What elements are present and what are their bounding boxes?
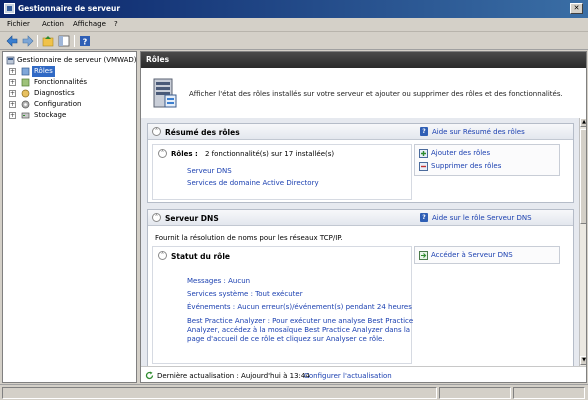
server-icon [6, 56, 15, 65]
menu-fichier[interactable]: Fichier [7, 20, 30, 28]
last-update-text: Dernière actualisation : Aujourd'hui à 1… [157, 372, 310, 380]
section-header: ⌃ Serveur DNS ? Aide sur le rôle Serveur… [148, 210, 573, 226]
section-title: Résumé des rôles [165, 128, 240, 137]
role-link-adds[interactable]: Services de domaine Active Directory [187, 179, 319, 187]
dns-server-section: ⌃ Serveur DNS ? Aide sur le rôle Serveur… [147, 209, 574, 366]
role-status-subbox: ⌃ Statut du rôle Messages : Aucun Servic… [152, 246, 413, 364]
roles-actions-box: Ajouter des rôles Supprimer des rôles [414, 144, 560, 176]
status-cell [439, 387, 511, 399]
main-pane: Rôles Afficher l'état des rôles installé… [140, 51, 587, 383]
events-link[interactable]: Événements : Aucun erreur(s)/événement(s… [187, 303, 412, 311]
menu-action[interactable]: Action [42, 20, 64, 28]
add-roles-link[interactable]: Ajouter des rôles [431, 149, 490, 157]
collapse-icon[interactable]: ⌃ [158, 149, 167, 158]
menu-help[interactable]: ? [114, 20, 118, 28]
tree-item-storage-label: Stockage [34, 111, 67, 119]
roles-summary-section: ⌃ Résumé des rôles ? Aide sur Résumé des… [147, 123, 574, 203]
server-manager-icon [4, 3, 15, 14]
menu-bar: Fichier Action Affichage ? [0, 18, 588, 32]
roles-subbox: ⌃ Rôles : 2 fonctionnalité(s) sur 17 ins… [152, 144, 412, 200]
expand-icon[interactable]: + [9, 68, 16, 75]
tree-item-diagnostics-label: Diagnostics [34, 89, 75, 97]
expand-icon[interactable]: + [9, 101, 16, 108]
tree-item-features[interactable]: + Fonctionnalités [3, 77, 133, 88]
navigation-tree: Gestionnaire de serveur (VMWAD) + Rôles … [2, 51, 137, 383]
show-hide-tree-icon[interactable] [58, 35, 70, 47]
add-roles-icon [419, 149, 428, 158]
features-icon [21, 78, 30, 87]
window-title: Gestionnaire de serveur [18, 4, 121, 13]
title-bar: Gestionnaire de serveur ✕ [0, 0, 588, 18]
role-link-dns[interactable]: Serveur DNS [187, 167, 232, 175]
bpa-link-line-1[interactable]: Best Practice Analyzer : Pour exécuter u… [187, 317, 413, 325]
refresh-status-bar: Dernière actualisation : Aujourd'hui à 1… [141, 366, 586, 382]
status-cell [2, 387, 437, 399]
refresh-icon [145, 371, 154, 380]
content-scroll-area: ⌃ Résumé des rôles ? Aide sur Résumé des… [141, 118, 579, 366]
collapse-icon[interactable]: ⌃ [152, 213, 161, 222]
tree-item-configuration-label: Configuration [34, 100, 82, 108]
section-title: Serveur DNS [165, 214, 219, 223]
help-icon: ? [420, 127, 428, 136]
storage-icon [21, 112, 30, 119]
toolbar-separator [74, 35, 75, 47]
section-header: ⌃ Résumé des rôles ? Aide sur Résumé des… [148, 124, 573, 140]
forward-arrow-icon[interactable] [22, 35, 34, 47]
tree-item-features-label: Fonctionnalités [34, 78, 88, 86]
scroll-down-icon[interactable]: ▼ [580, 356, 586, 365]
vertical-scrollbar[interactable]: ▲ ▼ [579, 118, 586, 366]
roles-server-icon [153, 78, 177, 108]
intro-panel: Afficher l'état des rôles installés sur … [141, 68, 586, 118]
expand-icon[interactable]: + [9, 90, 16, 97]
tree-root-label: Gestionnaire de serveur (VMWAD) [17, 56, 137, 64]
menu-affichage[interactable]: Affichage [73, 20, 106, 28]
toolbar: ? [0, 32, 588, 50]
up-folder-icon[interactable] [42, 35, 54, 47]
roles-summary-help-link[interactable]: Aide sur Résumé des rôles [432, 128, 525, 136]
configure-refresh-link[interactable]: Configurer l'actualisation [304, 372, 392, 380]
intro-text: Afficher l'état des rôles installés sur … [189, 90, 563, 98]
tree-root[interactable]: Gestionnaire de serveur (VMWAD) [6, 55, 136, 66]
collapse-icon[interactable]: ⌃ [158, 251, 167, 260]
configuration-icon [21, 100, 30, 109]
messages-link[interactable]: Messages : Aucun [187, 277, 250, 285]
bpa-link-line-3[interactable]: page d'accueil de ce rôle et cliquez sur… [187, 335, 385, 343]
scroll-up-icon[interactable]: ▲ [580, 118, 586, 127]
diagnostics-icon [21, 89, 30, 98]
tree-item-roles[interactable]: + Rôles [3, 66, 133, 77]
go-to-dns-link[interactable]: Accéder à Serveur DNS [431, 251, 513, 259]
role-status-title: Statut du rôle [171, 252, 230, 261]
close-icon[interactable]: ✕ [570, 3, 583, 14]
expand-icon[interactable]: + [9, 112, 16, 119]
toolbar-separator [37, 35, 38, 47]
roles-label: Rôles : [171, 150, 198, 158]
collapse-icon[interactable]: ⌃ [152, 127, 161, 136]
expand-icon[interactable]: + [9, 79, 16, 86]
svg-text:?: ? [83, 38, 88, 47]
dns-actions-box: Accéder à Serveur DNS [414, 246, 560, 264]
help-icon[interactable]: ? [79, 35, 91, 47]
back-arrow-icon[interactable] [6, 35, 18, 47]
tree-item-roles-label: Rôles [32, 66, 55, 77]
scroll-thumb[interactable] [580, 129, 586, 224]
roles-icon [21, 67, 30, 76]
roles-count: 2 fonctionnalité(s) sur 17 installée(s) [205, 150, 335, 158]
go-to-dns-icon [419, 251, 428, 260]
dns-description: Fournit la résolution de noms pour les r… [155, 234, 343, 242]
remove-roles-icon [419, 162, 428, 171]
dns-help-link[interactable]: Aide sur le rôle Serveur DNS [432, 214, 532, 222]
window-status-bar [0, 384, 588, 400]
tree-item-configuration[interactable]: + Configuration [3, 99, 133, 110]
page-title: Rôles [141, 52, 586, 68]
tree-item-storage[interactable]: + Stockage [3, 110, 133, 121]
help-icon: ? [420, 213, 428, 222]
status-cell [513, 387, 585, 399]
system-services-link[interactable]: Services système : Tout exécuter [187, 290, 303, 298]
remove-roles-link[interactable]: Supprimer des rôles [431, 162, 501, 170]
bpa-link-line-2[interactable]: Analyzer, accédez à la mosaïque Best Pra… [187, 326, 410, 334]
tree-item-diagnostics[interactable]: + Diagnostics [3, 88, 133, 99]
